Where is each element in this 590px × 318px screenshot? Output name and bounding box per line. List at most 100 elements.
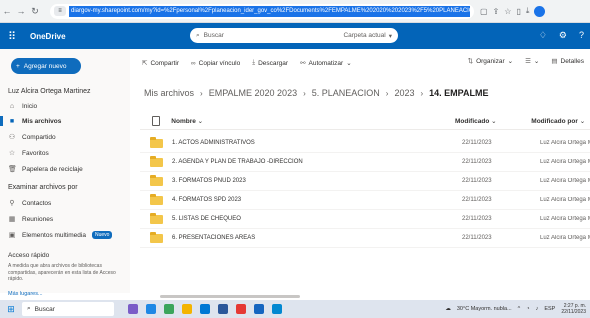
profile-avatar[interactable] [534,5,546,17]
automate-button[interactable]: ⚯ Automatizar ⌄ [300,59,352,68]
settings-gear-icon[interactable]: ⚙ [559,30,567,41]
meetings-icon: ▦ [8,216,16,223]
nav-label: Papelera de reciclaje [22,165,83,173]
add-new-label: Agregar nuevo [23,62,67,70]
column-header-modified-by[interactable]: Modificado por ⌄ [531,117,590,125]
weather-icon[interactable]: ☁ [445,306,451,312]
language-indicator[interactable]: ESP [544,306,555,312]
organize-button[interactable]: ⇅ Organizar ⌄ [468,57,513,66]
weather-text[interactable]: 30°C Mayorm. nubla... [457,306,512,312]
tab-icon[interactable]: ▢ [480,7,488,16]
reload-icon[interactable]: ↻ [28,4,42,18]
chrome-icon[interactable] [236,304,246,314]
task-view-icon[interactable] [146,304,156,314]
folder-name[interactable]: 2. AGENDA Y PLAN DE TRABAJO -DIRECCION [172,159,462,165]
breadcrumb-item[interactable]: 2023 [394,88,414,98]
download-icon: ⤓ [252,59,256,66]
nav-label: Favoritos [22,149,49,157]
folder-name[interactable]: 4. FORMATOS SPD 2023 [172,197,462,203]
taskbar-apps [128,304,282,314]
trash-icon: 🗑 [8,166,17,173]
store-icon[interactable] [254,304,264,314]
view-options-button[interactable]: ☰ ⌄ [525,57,539,65]
chevron-down-icon: ⌄ [197,117,204,125]
folder-icon [149,155,163,167]
forward-icon[interactable]: → [14,4,28,18]
network-icon[interactable]: ◔ [526,306,529,312]
copy-link-button[interactable]: ∞ Copiar vínculo [191,60,240,67]
site-info-icon[interactable]: ≡ [54,6,66,16]
nav-item-multimedia[interactable]: ▣ Elementos multimedia Nuevo [8,229,113,241]
help-icon[interactable]: ? [579,30,584,41]
table-row[interactable]: 2. AGENDA Y PLAN DE TRABAJO -DIRECCION 2… [140,153,590,172]
file-type-header[interactable] [140,115,171,126]
nav-item-mis-archivos[interactable]: ■ Mis archivos [8,115,62,127]
folder-name[interactable]: 6. PRESENTACIONES AREAS [172,235,462,241]
share-icon: ⇱ [142,60,148,67]
folder-name[interactable]: 1. ACTOS ADMINISTRATIVOS [172,140,462,146]
chevron-down-icon: ▾ [388,32,392,40]
url-text[interactable]: diargov-my.sharepoint.com/my?id=%2Fperso… [69,5,470,17]
table-row[interactable]: 1. ACTOS ADMINISTRATIVOS 22/11/2023 Luz … [140,134,590,153]
extension-icon[interactable]: ▯ [516,7,520,16]
breadcrumb-item[interactable]: 5. PLANEACION [312,88,380,98]
nav-label: Mis archivos [22,117,62,125]
search-box[interactable]: ⌕ Buscar Carpeta actual ▾ [190,28,398,43]
share-label: Compartir [150,59,179,67]
taskbar-search[interactable]: ⌕ Buscar [22,302,114,316]
nav-item-reuniones[interactable]: ▦ Reuniones [8,213,53,225]
download-icon[interactable]: ⤓ [526,6,530,16]
back-icon[interactable]: ← [0,4,14,18]
details-button[interactable]: ▤ Detalles [551,57,584,66]
premium-icon[interactable]: ♢ [539,30,547,41]
breadcrumb-item[interactable]: Mis archivos [144,88,194,98]
nav-item-contactos[interactable]: ⚲ Contactos [8,197,51,209]
column-label: Nombre [171,117,196,125]
teams-icon[interactable] [164,304,174,314]
windows-start-icon[interactable]: ⊞ [0,304,22,315]
folder-name[interactable]: 5. LISTAS DE CHEQUEO [172,216,462,222]
horizontal-scrollbar[interactable] [160,295,300,298]
widget-app-icon[interactable] [128,304,138,314]
nav-item-papelera[interactable]: 🗑 Papelera de reciclaje [8,163,83,175]
folder-name[interactable]: 3. FORMATOS PNUD 2023 [172,178,462,184]
clock[interactable]: 2:27 p. m. 22/11/2023 [561,303,586,315]
column-header-modified[interactable]: Modificado ⌄ [455,117,531,125]
nav-item-inicio[interactable]: ⌂ Inicio [8,100,37,112]
media-icon: ▣ [8,232,16,239]
nav-item-compartido[interactable]: ⚇ Compartido [8,131,56,143]
table-row[interactable]: 6. PRESENTACIONES AREAS 22/11/2023 Luz A… [140,229,590,248]
word-icon[interactable] [218,304,228,314]
mail-icon[interactable] [272,304,282,314]
nav-label: Reuniones [22,215,54,223]
automate-label: Automatizar [308,59,344,67]
tray-expand-icon[interactable]: ^ [518,306,521,312]
file-explorer-icon[interactable] [182,304,192,314]
column-header-name[interactable]: Nombre ⌄ [171,117,455,125]
table-row[interactable]: 4. FORMATOS SPD 2023 22/11/2023 Luz Alci… [140,191,590,210]
app-name[interactable]: OneDrive [30,32,66,41]
chevron-right-icon: › [303,88,306,98]
download-button[interactable]: ⤓ Descargar [252,59,288,67]
add-new-button[interactable]: + Agregar nuevo [11,58,81,74]
share-button[interactable]: ⇱ Compartir [142,59,179,68]
app-launcher-icon[interactable]: ⠿ [0,30,24,43]
search-icon: ⌕ [196,31,200,39]
chevron-down-icon: ⌄ [491,117,497,125]
breadcrumb-current: 14. EMPALME [429,88,489,98]
edge-icon[interactable] [200,304,210,314]
breadcrumb-item[interactable]: EMPALME 2020 2023 [209,88,297,98]
table-row[interactable]: 3. FORMATOS PNUD 2023 22/11/2023 Luz Alc… [140,172,590,191]
search-scope-dropdown[interactable]: Carpeta actual ▾ [343,32,392,40]
bookmark-star-icon[interactable]: ☆ [504,7,511,16]
address-bar[interactable]: ≡ diargov-my.sharepoint.com/my?id=%2Fper… [50,3,474,19]
table-row[interactable]: 5. LISTAS DE CHEQUEO 22/11/2023 Luz Alci… [140,210,590,229]
folder-icon [149,174,163,186]
automate-icon: ⚯ [300,60,306,67]
volume-icon[interactable]: ♪ [536,306,539,312]
share-page-icon[interactable]: ⇪ [493,7,500,16]
browser-toolbar: ← → ↻ ≡ diargov-my.sharepoint.com/my?id=… [0,0,590,23]
more-places-link[interactable]: Más lugares... [8,291,43,297]
nav-item-favoritos[interactable]: ☆ Favoritos [8,147,49,159]
folder-icon [149,193,163,205]
